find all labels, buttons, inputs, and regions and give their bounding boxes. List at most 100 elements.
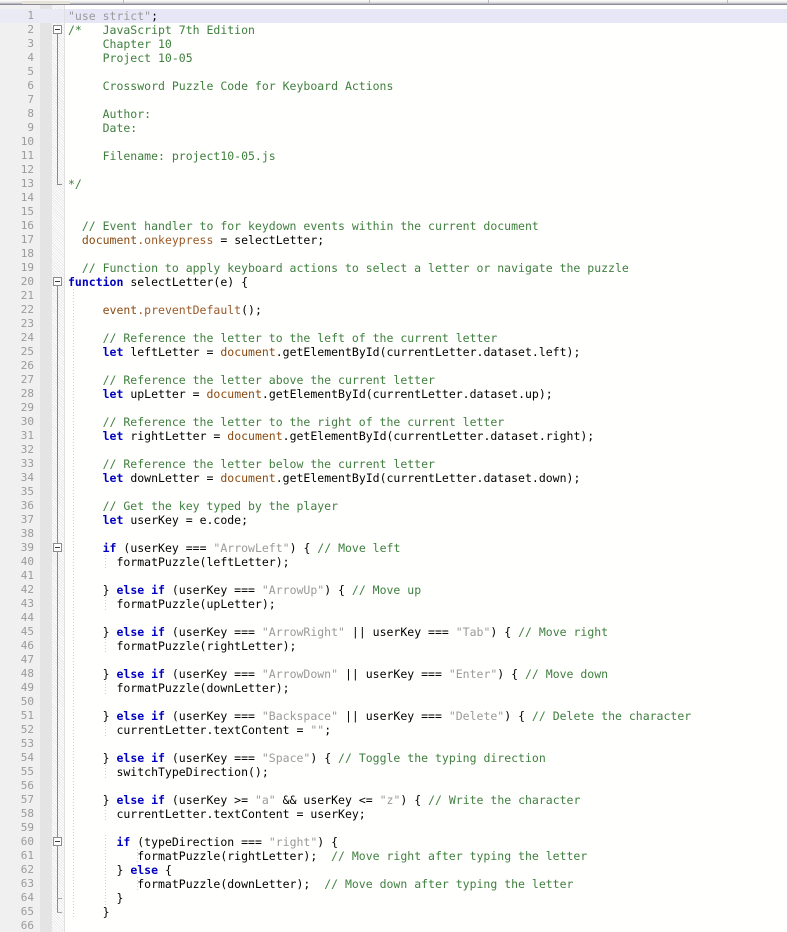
line-number: 44 <box>20 611 34 624</box>
code-line[interactable]: } else if (userKey === "ArrowDown" || us… <box>68 667 608 681</box>
token-st: "ArrowLeft" <box>213 541 290 555</box>
code-line[interactable]: // Reference the letter to the left of t… <box>68 331 498 345</box>
code-line[interactable]: } else if (userKey === "ArrowRight" || u… <box>68 625 608 639</box>
code-line[interactable]: let downLetter = document.getElementById… <box>68 471 581 485</box>
token-k: else if <box>116 583 165 597</box>
token-ob: event <box>68 303 138 317</box>
code-line[interactable]: // Reference the letter below the curren… <box>68 457 435 471</box>
code-line[interactable]: /* JavaScript 7th Edition <box>68 23 255 37</box>
code-line[interactable]: let upLetter = document.getElementById(c… <box>68 387 553 401</box>
code-line[interactable]: // Function to apply keyboard actions to… <box>68 261 629 275</box>
code-line[interactable]: Chapter 10 <box>68 37 172 51</box>
line-number: 41 <box>20 569 34 582</box>
code-line[interactable]: formatPuzzle(leftLetter); <box>68 555 289 569</box>
token-st: "Space" <box>261 751 311 765</box>
token-pl: ) { <box>324 583 352 597</box>
line-number: 32 <box>20 443 34 456</box>
fold-gutter[interactable] <box>52 5 64 932</box>
token-k: if <box>102 541 117 555</box>
code-line[interactable]: */ <box>68 177 82 191</box>
line-number: 25 <box>20 345 34 358</box>
token-pl: (userKey === <box>164 667 262 681</box>
code-line[interactable]: } <box>68 891 123 905</box>
token-pl: .getElementById(currentLetter.dataset.le… <box>275 345 581 359</box>
token-st: "z" <box>379 793 401 807</box>
fold-toggle-icon[interactable] <box>53 837 62 846</box>
token-pl: formatPuzzle(upLetter); <box>68 597 276 611</box>
token-pl: .getElementById(currentLetter.dataset.ri… <box>282 429 595 443</box>
fold-toggle-icon[interactable] <box>53 25 62 34</box>
fold-range-end <box>57 184 62 185</box>
code-line[interactable]: switchTypeDirection(); <box>68 765 268 779</box>
token-cm: // Move right after typing the letter <box>331 849 588 863</box>
line-number: 27 <box>20 373 34 386</box>
line-number: 11 <box>20 149 34 162</box>
fold-toggle-icon[interactable] <box>53 277 62 286</box>
token-pl: ; <box>151 9 159 23</box>
code-line[interactable]: Project 10-05 <box>68 51 193 65</box>
code-line[interactable]: } else if (userKey === "Space") { // Tog… <box>68 751 546 765</box>
token-st: "" <box>310 723 325 737</box>
token-pl: = selectLetter; <box>213 233 325 247</box>
code-line[interactable]: } else { <box>68 863 171 877</box>
line-number: 3 <box>27 37 34 50</box>
code-line[interactable]: currentLetter.textContent = ""; <box>68 723 331 737</box>
toolbar-separator <box>727 0 728 4</box>
code-line[interactable]: // Event handler to for keydown events w… <box>68 219 539 233</box>
code-line[interactable]: } else if (userKey === "Backspace" || us… <box>68 709 692 723</box>
line-number: 18 <box>20 247 34 260</box>
line-number: 20 <box>20 275 34 288</box>
line-number: 53 <box>20 737 34 750</box>
code-line[interactable]: currentLetter.textContent = userKey; <box>68 807 365 821</box>
line-number: 22 <box>20 303 34 316</box>
code-line[interactable]: Crossword Puzzle Code for Keyboard Actio… <box>68 79 394 93</box>
token-k: if <box>116 835 131 849</box>
code-line[interactable]: } <box>68 905 110 919</box>
token-st: "right" <box>268 835 318 849</box>
code-line[interactable]: Filename: project10-05.js <box>68 149 276 163</box>
code-line[interactable]: if (typeDirection === "right") { <box>68 835 338 849</box>
code-line[interactable]: formatPuzzle(rightLetter); // Move right… <box>68 849 587 863</box>
token-pl: userKey = e.code; <box>123 513 249 527</box>
code-line[interactable]: let userKey = e.code; <box>68 513 248 527</box>
token-pl: ) { <box>400 793 429 807</box>
code-line[interactable]: formatPuzzle(downLetter); // Move down a… <box>68 877 573 891</box>
code-line[interactable]: formatPuzzle(downLetter); <box>68 681 289 695</box>
token-k: else if <box>116 667 165 681</box>
code-line[interactable]: // Reference the letter to the right of … <box>68 415 505 429</box>
code-line[interactable]: let leftLetter = document.getElementById… <box>68 345 581 359</box>
code-line[interactable]: event.preventDefault(); <box>68 303 262 317</box>
code-line[interactable]: document.onkeypress = selectLetter; <box>68 233 324 247</box>
fold-range-tick <box>57 912 62 913</box>
line-number: 14 <box>20 191 34 204</box>
line-number: 29 <box>20 401 34 414</box>
marker-gutter[interactable] <box>40 5 52 932</box>
token-pl: } <box>68 863 131 877</box>
token-st: "use strict" <box>68 9 152 23</box>
code-editor[interactable]: 1 "use strict"; 2 /* JavaScript 7th Edition… <box>0 5 787 932</box>
code-line[interactable]: Author: <box>68 107 151 121</box>
code-line[interactable]: "use strict"; <box>68 9 158 23</box>
line-number: 7 <box>27 93 34 106</box>
code-line[interactable]: } else if (userKey === "ArrowUp") { // M… <box>68 583 422 597</box>
token-cm: Project 10-05 <box>68 51 193 65</box>
toolbar-chip[interactable] <box>22 1 70 4</box>
code-line[interactable]: // Reference the letter above the curren… <box>68 373 435 387</box>
line-number: 26 <box>20 359 34 372</box>
code-line[interactable]: Date: <box>68 121 138 135</box>
line-number: 62 <box>20 863 34 876</box>
code-line[interactable]: // Get the key typed by the player <box>68 499 338 513</box>
code-line[interactable]: function selectLetter(e) { <box>68 275 248 289</box>
fold-toggle-icon[interactable] <box>53 543 62 552</box>
token-pl: || userKey === <box>338 667 449 681</box>
token-st: "Enter" <box>448 667 498 681</box>
code-line[interactable]: formatPuzzle(upLetter); <box>68 597 276 611</box>
code-line[interactable]: let rightLetter = document.getElementByI… <box>68 429 595 443</box>
line-number: 16 <box>20 219 34 232</box>
code-line[interactable]: if (userKey === "ArrowLeft") { // Move l… <box>68 541 401 555</box>
code-line[interactable]: } else if (userKey >= "a" && userKey <= … <box>68 793 581 807</box>
code-line[interactable]: formatPuzzle(rightLetter); <box>68 639 296 653</box>
line-number: 36 <box>20 499 34 512</box>
token-cm: // Reference the letter to the right of … <box>68 415 505 429</box>
token-st: "Delete" <box>448 709 505 723</box>
